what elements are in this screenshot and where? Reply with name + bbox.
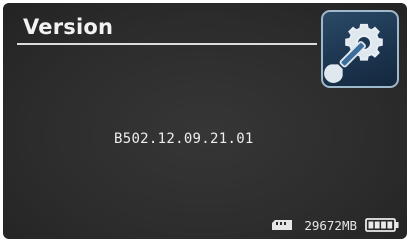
device-screen: Version B502.12.09.21.01 29672MB xyxy=(3,3,407,239)
storage-capacity: 29672MB xyxy=(304,217,357,233)
version-value: B502.12.09.21.01 xyxy=(114,131,254,147)
status-bar: 29672MB xyxy=(272,217,399,233)
battery-cell xyxy=(387,221,393,229)
settings-tile[interactable] xyxy=(321,10,399,88)
page-title: Version xyxy=(23,15,114,39)
battery-icon xyxy=(365,218,399,232)
battery-cell xyxy=(374,221,380,229)
gear-wrench-icon xyxy=(324,23,383,83)
battery-cell xyxy=(368,221,374,229)
device-bezel: Version B502.12.09.21.01 29672MB xyxy=(0,0,411,243)
sd-card-icon xyxy=(272,220,293,230)
title-divider xyxy=(17,43,317,45)
battery-cell xyxy=(381,221,386,229)
